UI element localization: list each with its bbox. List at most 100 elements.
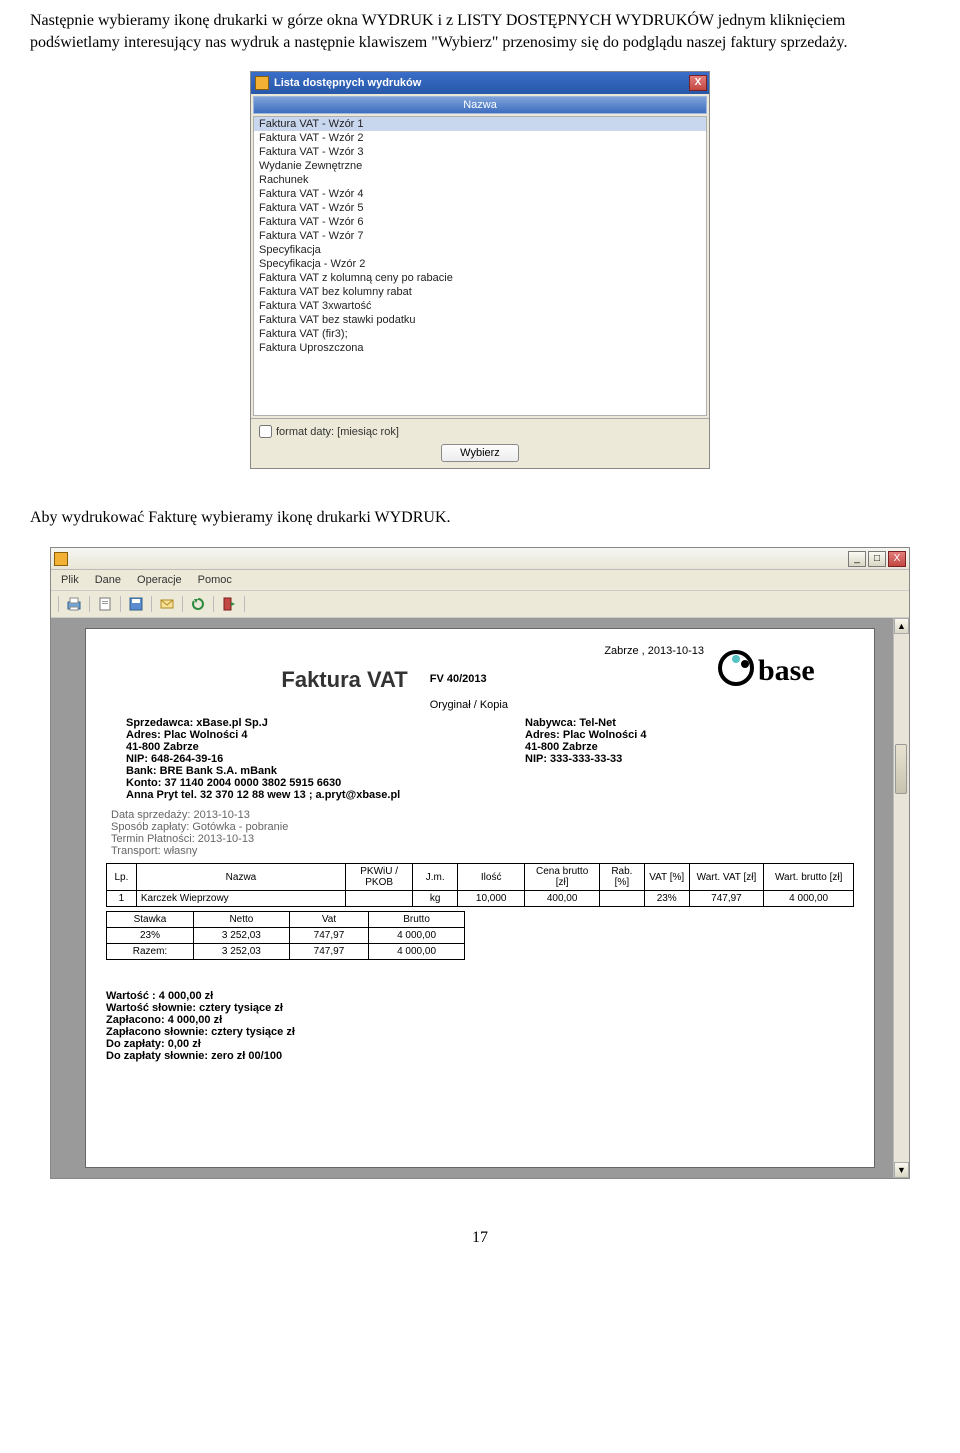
app-icon — [255, 76, 269, 90]
list-item[interactable]: Faktura VAT - Wzór 2 — [254, 131, 706, 145]
meta-data-sprz: Data sprzedaży: 2013-10-13 — [111, 809, 854, 821]
seller-addr1: Adres: Plac Wolności 4 — [126, 729, 247, 741]
th-jm: J.m. — [413, 864, 458, 891]
place-date: Zabrze , 2013-10-13 — [430, 645, 704, 657]
table-row: Razem: 3 252,03 747,97 4 000,00 — [107, 944, 465, 960]
th-ilosc: Ilość — [458, 864, 525, 891]
mid-paragraph: Aby wydrukować Fakturę wybieramy ikonę d… — [30, 509, 930, 527]
scrollbar-thumb[interactable] — [895, 744, 907, 794]
list-item[interactable]: Faktura Uproszczona — [254, 341, 706, 355]
date-format-checkbox[interactable] — [259, 425, 272, 438]
date-format-label: format daty: [miesiąc rok] — [276, 426, 399, 438]
column-header[interactable]: Nazwa — [253, 96, 707, 114]
print-preview-window: _ □ X Plik Dane Operacje Pomoc — [50, 547, 910, 1179]
sth-vat: Vat — [289, 912, 368, 928]
list-item[interactable]: Specyfikacja — [254, 243, 706, 257]
std: Razem: — [107, 944, 194, 960]
intro-paragraph: Następnie wybieramy ikonę drukarki w gór… — [30, 10, 930, 53]
list-item[interactable]: Faktura VAT - Wzór 4 — [254, 187, 706, 201]
std: 4 000,00 — [369, 928, 465, 944]
meta-transport: Transport: własny — [111, 845, 854, 857]
menubar[interactable]: Plik Dane Operacje Pomoc — [51, 570, 909, 591]
total-wartosc: Wartość : 4 000,00 zł — [106, 990, 213, 1002]
list-item[interactable]: Rachunek — [254, 173, 706, 187]
buyer-nip: NIP: 333-333-33-33 — [525, 753, 622, 765]
menu-plik[interactable]: Plik — [61, 574, 79, 586]
td-vat: 23% — [644, 891, 689, 907]
total-wartosc-sl: Wartość słownie: cztery tysiące zł — [106, 1002, 283, 1014]
buyer-name: Nabywca: Tel-Net — [525, 717, 616, 729]
scrollbar-track[interactable] — [894, 634, 909, 1162]
th-vat: VAT [%] — [644, 864, 689, 891]
scroll-down-icon[interactable]: ▼ — [894, 1162, 909, 1178]
td-nazwa: Karczek Wieprzowy — [136, 891, 345, 907]
save-icon[interactable] — [126, 594, 146, 614]
dialog-title: Lista dostępnych wydruków — [274, 77, 689, 89]
page-number: 17 — [30, 1229, 930, 1247]
sth-stawka: Stawka — [107, 912, 194, 928]
table-row: 1 Karczek Wieprzowy kg 10,000 400,00 23%… — [107, 891, 854, 907]
dialog-titlebar[interactable]: Lista dostępnych wydruków X — [251, 72, 709, 94]
invoice-page: Faktura VAT Zabrze , 2013-10-13 FV 40/20… — [85, 628, 875, 1168]
td-wbrutto: 4 000,00 — [764, 891, 854, 907]
td-ilosc: 10,000 — [458, 891, 525, 907]
td-lp: 1 — [107, 891, 137, 907]
date-format-checkbox-row[interactable]: format daty: [miesiąc rok] — [259, 425, 701, 438]
list-item[interactable]: Wydanie Zewnętrzne — [254, 159, 706, 173]
sth-netto: Netto — [193, 912, 289, 928]
close-icon[interactable]: X — [689, 75, 707, 91]
menu-operacje[interactable]: Operacje — [137, 574, 182, 586]
maximize-button[interactable]: □ — [868, 551, 886, 567]
invoice-title: Faktura VAT — [281, 667, 407, 692]
refresh-icon[interactable] — [188, 594, 208, 614]
th-lp: Lp. — [107, 864, 137, 891]
original-copy: Oryginał / Kopia — [430, 699, 704, 711]
list-item[interactable]: Faktura VAT - Wzór 6 — [254, 215, 706, 229]
list-item[interactable]: Faktura VAT bez kolumny rabat — [254, 285, 706, 299]
th-wvat: Wart. VAT [zł] — [689, 864, 764, 891]
app-icon — [54, 552, 68, 566]
menu-dane[interactable]: Dane — [95, 574, 121, 586]
meta-sposob: Sposób zapłaty: Gotówka - pobranie — [111, 821, 854, 833]
print-icon[interactable] — [64, 594, 84, 614]
th-pkwiu: PKWiU / PKOB — [346, 864, 413, 891]
exit-icon[interactable] — [219, 594, 239, 614]
choose-button[interactable]: Wybierz — [441, 444, 519, 462]
menu-pomoc[interactable]: Pomoc — [198, 574, 232, 586]
list-item[interactable]: Faktura VAT 3xwartość — [254, 299, 706, 313]
list-item[interactable]: Faktura VAT (fir3); — [254, 327, 706, 341]
table-row: 23% 3 252,03 747,97 4 000,00 — [107, 928, 465, 944]
list-item[interactable]: Specyfikacja - Wzór 2 — [254, 257, 706, 271]
printouts-dialog: Lista dostępnych wydruków X Nazwa Faktur… — [250, 71, 710, 469]
td-wvat: 747,97 — [689, 891, 764, 907]
scroll-up-icon[interactable]: ▲ — [894, 618, 909, 634]
list-item[interactable]: Faktura VAT - Wzór 1 — [254, 117, 706, 131]
total-zaplacono-sl: Zapłacono słownie: cztery tysiące zł — [106, 1026, 295, 1038]
close-button[interactable]: X — [888, 551, 906, 567]
sth-brutto: Brutto — [369, 912, 465, 928]
total-do-zaplaty-sl: Do zapłaty słownie: zero zł 00/100 — [106, 1050, 282, 1062]
list-item[interactable]: Faktura VAT bez stawki podatku — [254, 313, 706, 327]
std: 3 252,03 — [193, 928, 289, 944]
preview-area: Faktura VAT Zabrze , 2013-10-13 FV 40/20… — [51, 618, 909, 1178]
toolbar — [51, 591, 909, 618]
minimize-button[interactable]: _ — [848, 551, 866, 567]
logo: base — [704, 645, 854, 694]
td-rab — [599, 891, 644, 907]
seller-konto: Konto: 37 1140 2004 0000 3802 5915 6630 — [126, 777, 341, 789]
printouts-list[interactable]: Faktura VAT - Wzór 1 Faktura VAT - Wzór … — [253, 116, 707, 416]
list-item[interactable]: Faktura VAT - Wzór 7 — [254, 229, 706, 243]
email-icon[interactable] — [157, 594, 177, 614]
seller-addr2: 41-800 Zabrze — [126, 741, 199, 753]
std: 747,97 — [289, 928, 368, 944]
list-item[interactable]: Faktura VAT z kolumną ceny po rabacie — [254, 271, 706, 285]
preview-titlebar[interactable]: _ □ X — [51, 548, 909, 570]
std: 4 000,00 — [369, 944, 465, 960]
std: 747,97 — [289, 944, 368, 960]
vertical-scrollbar[interactable]: ▲ ▼ — [893, 618, 909, 1178]
seller-nip: NIP: 648-264-39-16 — [126, 753, 223, 765]
page-icon[interactable] — [95, 594, 115, 614]
list-item[interactable]: Faktura VAT - Wzór 3 — [254, 145, 706, 159]
list-item[interactable]: Faktura VAT - Wzór 5 — [254, 201, 706, 215]
buyer-addr1: Adres: Plac Wolności 4 — [525, 729, 646, 741]
